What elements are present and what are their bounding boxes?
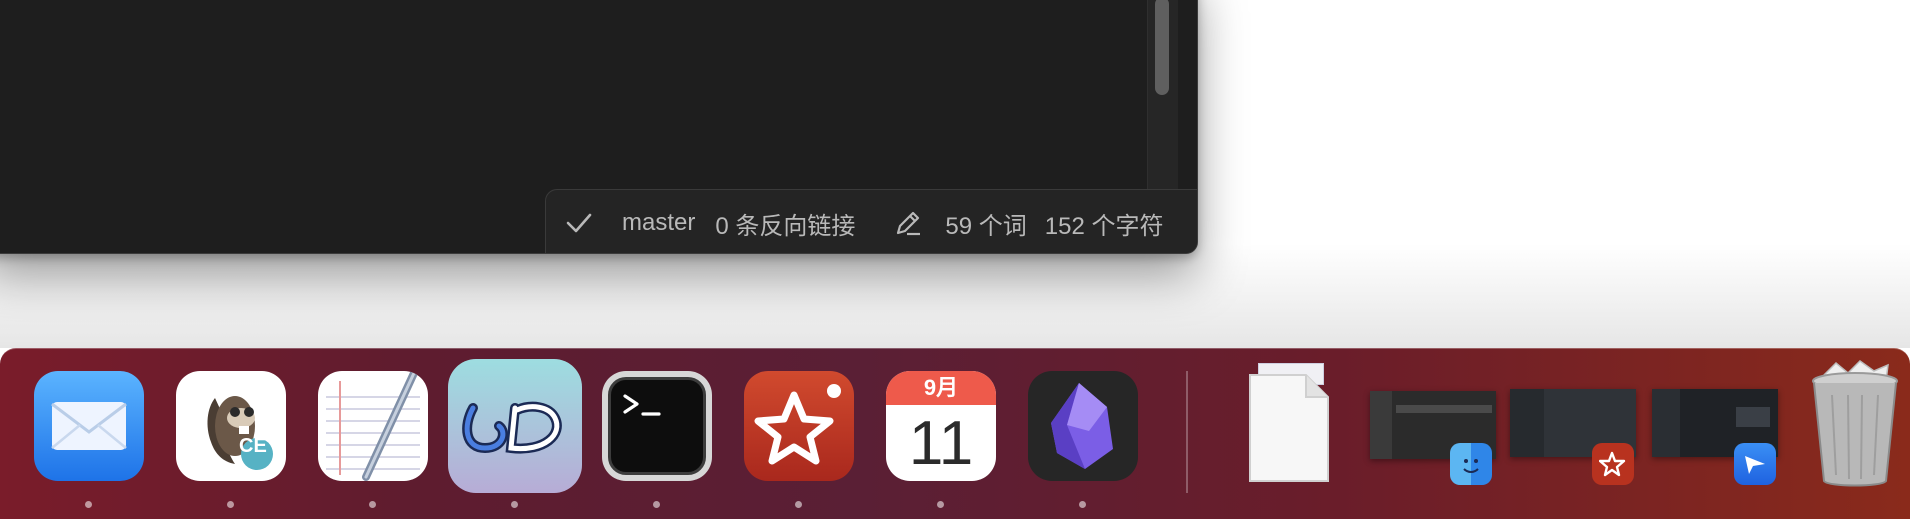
calendar-app-icon[interactable]: 9月 11 <box>886 371 996 481</box>
terminal-running-indicator <box>653 501 660 508</box>
ld-running-indicator <box>511 501 518 508</box>
feishu-thumb-sidebar <box>1652 389 1680 457</box>
finder-thumb-content <box>1396 405 1492 413</box>
obsidian-running-indicator <box>1079 501 1086 508</box>
star-app-running-indicator <box>795 501 802 508</box>
trash-icon[interactable] <box>1808 359 1902 489</box>
calendar-day: 11 <box>908 409 974 478</box>
word-count: 59 个词 <box>945 212 1027 240</box>
character-count: 152 个字符 <box>1044 212 1164 240</box>
mail-running-indicator <box>85 501 92 508</box>
star-app-badge-icon <box>1592 443 1634 485</box>
beaver-ce-app-icon[interactable]: CE <box>176 371 286 481</box>
ce-badge-label: CE <box>239 435 267 457</box>
feishu-badge-icon <box>1734 443 1776 485</box>
status-bar: master 0 条反向链接 59 个词 152 个字符 <box>545 189 1197 253</box>
scrollbar-thumb[interactable] <box>1155 0 1169 95</box>
pencil-icon[interactable] <box>893 208 923 238</box>
finder-badge-icon <box>1450 443 1492 485</box>
feishu-thumb-panel <box>1736 407 1770 427</box>
ld-app-icon[interactable] <box>448 359 582 493</box>
star-thumb-sidebar <box>1510 389 1544 457</box>
checkmark-icon[interactable] <box>564 208 594 238</box>
obsidian-app-icon[interactable] <box>1028 371 1138 481</box>
branch-label[interactable]: master <box>622 209 695 237</box>
star-app-icon[interactable] <box>744 371 854 481</box>
calendar-month: 9月 <box>886 371 996 405</box>
document-icon[interactable] <box>1246 363 1332 485</box>
textedit-running-indicator <box>369 501 376 508</box>
backlinks-count[interactable]: 0 条反向链接 <box>715 206 855 241</box>
terminal-app-icon[interactable] <box>602 371 712 481</box>
editor-window: master 0 条反向链接 59 个词 152 个字符 <box>0 0 1198 254</box>
mail-app-icon[interactable] <box>34 371 144 481</box>
dock-separator <box>1186 371 1188 493</box>
textedit-app-icon[interactable] <box>318 371 428 481</box>
calendar-running-indicator <box>937 501 944 508</box>
dock: CE 9月 11 <box>0 348 1910 519</box>
beaver-running-indicator <box>227 501 234 508</box>
terminal-screen <box>608 377 706 475</box>
finder-thumb-sidebar <box>1370 391 1392 459</box>
